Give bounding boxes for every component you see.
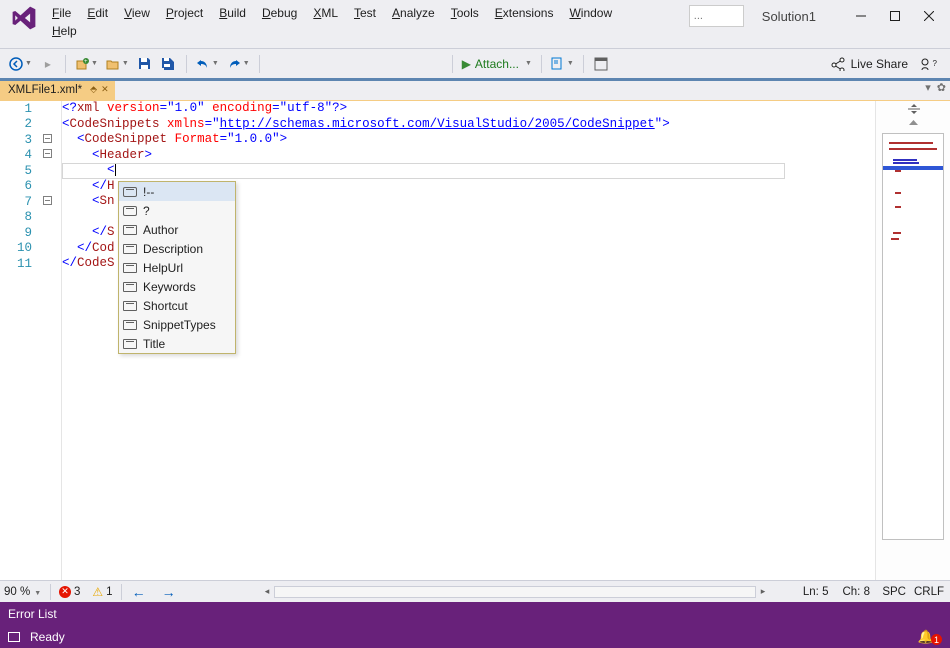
error-count[interactable]: ✕3 — [59, 586, 80, 598]
code-line-3[interactable]: <CodeSnippet Format="1.0.0"> — [62, 132, 875, 148]
xml-element-icon — [123, 339, 137, 349]
intellisense-item[interactable]: Author — [119, 220, 235, 239]
save-all-button[interactable] — [158, 53, 180, 75]
save-button[interactable] — [134, 53, 156, 75]
xml-element-icon — [123, 320, 137, 330]
title-bar: FileEditViewProjectBuildDebugXMLTestAnal… — [0, 0, 950, 48]
menu-window[interactable]: Window — [561, 4, 620, 22]
xml-element-icon — [123, 282, 137, 292]
warning-count[interactable]: ⚠1 — [92, 585, 112, 599]
next-issue-button[interactable]: → — [154, 584, 184, 600]
solution-explorer-button[interactable] — [590, 53, 612, 75]
code-editor[interactable]: 1234567891011 <?xml version="1.0" encodi… — [0, 100, 950, 580]
intellisense-item[interactable]: HelpUrl — [119, 258, 235, 277]
menu-edit[interactable]: Edit — [79, 4, 116, 22]
main-menu-bar: FileEditViewProjectBuildDebugXMLTestAnal… — [44, 0, 620, 40]
status-bar: Ready 🔔 1 — [0, 625, 950, 648]
intellisense-popup[interactable]: !--?AuthorDescriptionHelpUrlKeywordsShor… — [118, 181, 236, 354]
xml-element-icon — [123, 263, 137, 273]
menu-test[interactable]: Test — [346, 4, 384, 22]
menu-build[interactable]: Build — [211, 4, 254, 22]
notification-count-badge: 1 — [931, 634, 942, 645]
menu-view[interactable]: View — [116, 4, 158, 22]
navigate-back-button[interactable]: ▼ — [6, 53, 35, 75]
intellisense-item[interactable]: Shortcut — [119, 296, 235, 315]
menu-analyze[interactable]: Analyze — [384, 4, 443, 22]
column-number-label[interactable]: Ch: 8 — [842, 586, 870, 598]
live-share-button[interactable]: Live Share — [831, 57, 908, 71]
xml-element-icon — [123, 225, 137, 235]
menu-debug[interactable]: Debug — [254, 4, 305, 22]
solution-name-label: Solution1 — [762, 9, 816, 24]
menu-project[interactable]: Project — [158, 4, 211, 22]
pin-tab-icon[interactable]: ⬘ — [90, 84, 97, 95]
menu-tools[interactable]: Tools — [443, 4, 487, 22]
feedback-button[interactable]: ? — [916, 53, 940, 75]
prev-issue-button[interactable]: ← — [124, 584, 154, 600]
attach-to-process-button[interactable]: ▶Attach...▼ — [459, 53, 535, 75]
intellisense-item[interactable]: ? — [119, 201, 235, 220]
menu-help[interactable]: Help — [44, 22, 85, 40]
close-tab-icon[interactable]: ✕ — [101, 84, 109, 95]
status-mode-icon — [8, 632, 20, 642]
error-list-panel-header[interactable]: Error List — [0, 602, 950, 625]
redo-button[interactable]: ▼ — [224, 53, 253, 75]
maximize-button[interactable] — [878, 4, 912, 28]
scroll-up-icon[interactable] — [909, 119, 918, 126]
minimize-button[interactable] — [844, 4, 878, 28]
share-icon — [831, 57, 845, 71]
xml-element-icon — [123, 244, 137, 254]
svg-text:+: + — [84, 59, 88, 65]
intellisense-item[interactable]: Title — [119, 334, 235, 353]
visual-studio-logo-icon — [10, 4, 38, 32]
notifications-button[interactable]: 🔔 1 — [918, 628, 942, 645]
quick-launch-search-input[interactable] — [689, 5, 744, 27]
code-line-2[interactable]: <CodeSnippets xmlns="http://schemas.micr… — [62, 117, 875, 133]
open-file-button[interactable]: ▼ — [103, 53, 132, 75]
split-editor-icon[interactable] — [908, 103, 920, 115]
undo-button[interactable]: ▼ — [193, 53, 222, 75]
xml-element-icon — [123, 187, 137, 197]
code-line-1[interactable]: <?xml version="1.0" encoding="utf-8"?> — [62, 101, 875, 117]
navigate-forward-button[interactable]: ▸ — [37, 53, 59, 75]
xml-element-icon — [123, 301, 137, 311]
tab-overflow-button[interactable]: ▾ — [925, 81, 931, 94]
indent-mode-label[interactable]: SPC — [882, 586, 906, 598]
new-project-button[interactable]: +▼ — [72, 53, 101, 75]
zoom-level-selector[interactable]: 90 %▼ — [0, 586, 48, 598]
editor-gutter: 1234567891011 — [0, 101, 62, 580]
horizontal-scrollbar[interactable]: ◂▸ — [260, 585, 770, 599]
status-text: Ready — [30, 630, 65, 644]
document-tab[interactable]: XMLFile1.xml* ⬘ ✕ — [0, 79, 115, 100]
line-ending-label[interactable]: CRLF — [914, 586, 944, 598]
intellisense-item[interactable]: Keywords — [119, 277, 235, 296]
menu-xml[interactable]: XML — [305, 4, 346, 22]
line-number-label[interactable]: Ln: 5 — [803, 586, 829, 598]
tab-settings-icon[interactable]: ✿ — [937, 81, 946, 94]
intellisense-item[interactable]: Description — [119, 239, 235, 258]
find-in-files-button[interactable]: ▼ — [548, 53, 577, 75]
document-tab-well: XMLFile1.xml* ⬘ ✕ ▾ ✿ — [0, 78, 950, 100]
menu-extensions[interactable]: Extensions — [487, 4, 562, 22]
standard-toolbar: ▼ ▸ +▼ ▼ ▼ ▼ ▶Attach...▼ ▼ Live Share ? — [0, 48, 950, 78]
intellisense-item[interactable]: !-- — [119, 182, 235, 201]
menu-file[interactable]: File — [44, 4, 79, 22]
editor-info-bar: 90 %▼ ✕3 ⚠1 ← → ◂▸ Ln: 5 Ch: 8 SPC CRLF — [0, 580, 950, 602]
xml-element-icon — [123, 206, 137, 216]
close-button[interactable] — [912, 4, 946, 28]
intellisense-item[interactable]: SnippetTypes — [119, 315, 235, 334]
document-tab-title: XMLFile1.xml* — [8, 84, 82, 96]
overview-ruler[interactable] — [875, 101, 950, 580]
code-line-4[interactable]: <Header> — [62, 148, 875, 164]
